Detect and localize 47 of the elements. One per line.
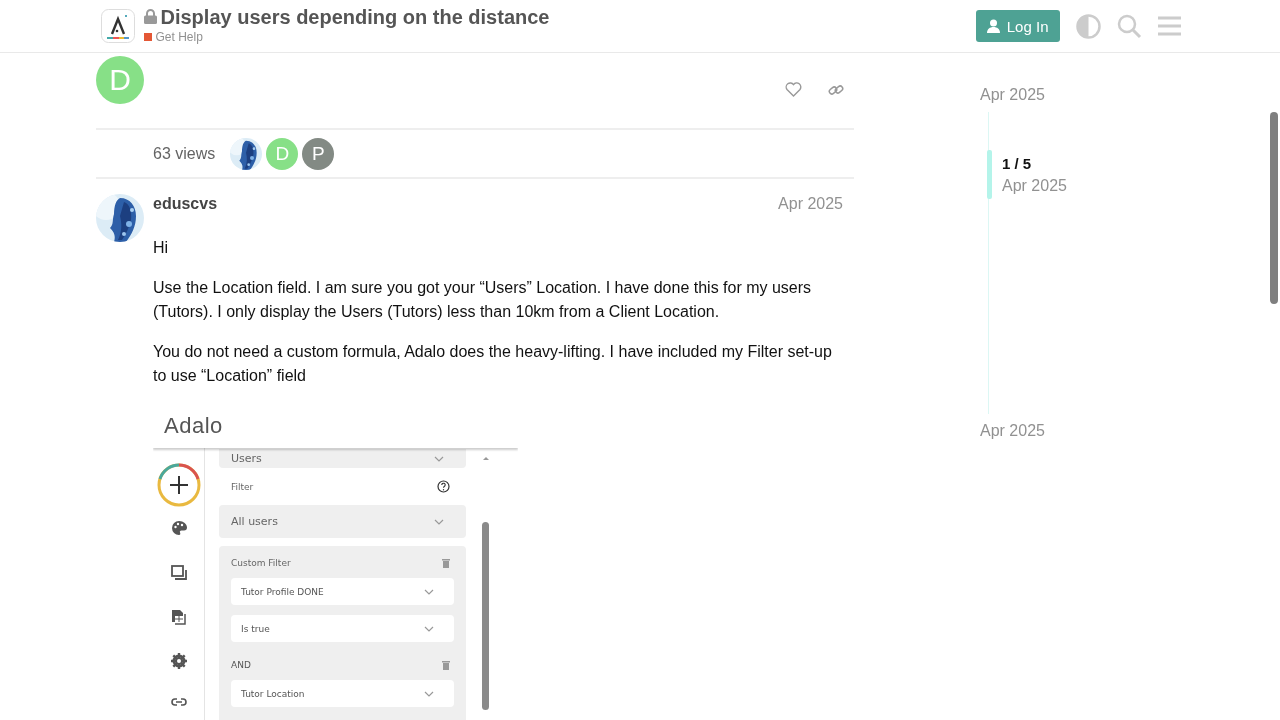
post-paragraph: Use the Location field. I am sure you got your “Users” Location. I have done this for my users (Tutors). I only display the Users (Tutors) less than 10km from a Client Location.: [153, 278, 813, 322]
screens-icon[interactable]: [170, 565, 187, 581]
select-field[interactable]: Tutor Location: [231, 680, 454, 707]
like-icon[interactable]: [785, 82, 802, 97]
username-link[interactable]: eduscvs: [153, 195, 218, 213]
chevron-icon: [424, 625, 434, 632]
link-icon[interactable]: [170, 697, 187, 707]
trash-icon: [442, 660, 450, 670]
chevron-icon: [434, 455, 444, 462]
timeline-start-date[interactable]: Apr 2025: [980, 86, 1184, 104]
menu-icon[interactable]: [1157, 16, 1181, 36]
views-count: 63 views: [153, 144, 216, 163]
post-paragraph: You do not need a custom formula, Adalo does the heavy-lifting. I have included my Filter set-up to use “Location” field: [153, 342, 833, 386]
database-icon[interactable]: [170, 609, 187, 626]
add-icon[interactable]: [156, 463, 201, 507]
palette-icon[interactable]: [170, 520, 187, 536]
position-date: Apr 2025: [1002, 176, 1068, 196]
select-field[interactable]: Tutor Profile DONE: [231, 578, 454, 605]
timeline-handle[interactable]: [987, 150, 992, 199]
avatar[interactable]: P: [302, 137, 335, 170]
trash-icon: [442, 558, 450, 568]
settings-icon[interactable]: [170, 653, 187, 669]
post-paragraph: Hi: [153, 238, 170, 258]
collection-dropdown[interactable]: Users: [219, 449, 466, 468]
post-date[interactable]: Apr 2025: [778, 195, 843, 213]
user-icon: [986, 19, 1000, 33]
login-button[interactable]: Log In: [975, 10, 1060, 42]
scrollbar[interactable]: [482, 522, 489, 710]
help-icon[interactable]: [437, 480, 450, 493]
scroll-up-icon[interactable]: [482, 456, 490, 461]
page-scrollbar[interactable]: [1270, 112, 1278, 304]
search-icon[interactable]: [1116, 13, 1142, 39]
filter-dropdown[interactable]: All users: [219, 505, 466, 538]
filter-label: Filter: [231, 481, 254, 492]
timeline-end-date[interactable]: Apr 2025: [980, 422, 1184, 440]
chevron-icon: [424, 690, 434, 697]
post-position: 1 / 5: [1002, 154, 1033, 174]
theme-toggle-icon[interactable]: [1075, 13, 1101, 39]
chevron-icon: [434, 518, 444, 525]
logo-icon[interactable]: [100, 9, 135, 43]
condition-joiner: AND: [231, 660, 251, 670]
select-field[interactable]: Is true: [231, 615, 454, 642]
custom-filter-title: Custom Filter: [231, 558, 291, 568]
category-link[interactable]: Get Help: [155, 29, 203, 44]
topic-title[interactable]: Display users depending on the distance: [160, 4, 550, 29]
chevron-icon: [424, 588, 434, 595]
adalo-logo: Adalo: [164, 413, 223, 439]
